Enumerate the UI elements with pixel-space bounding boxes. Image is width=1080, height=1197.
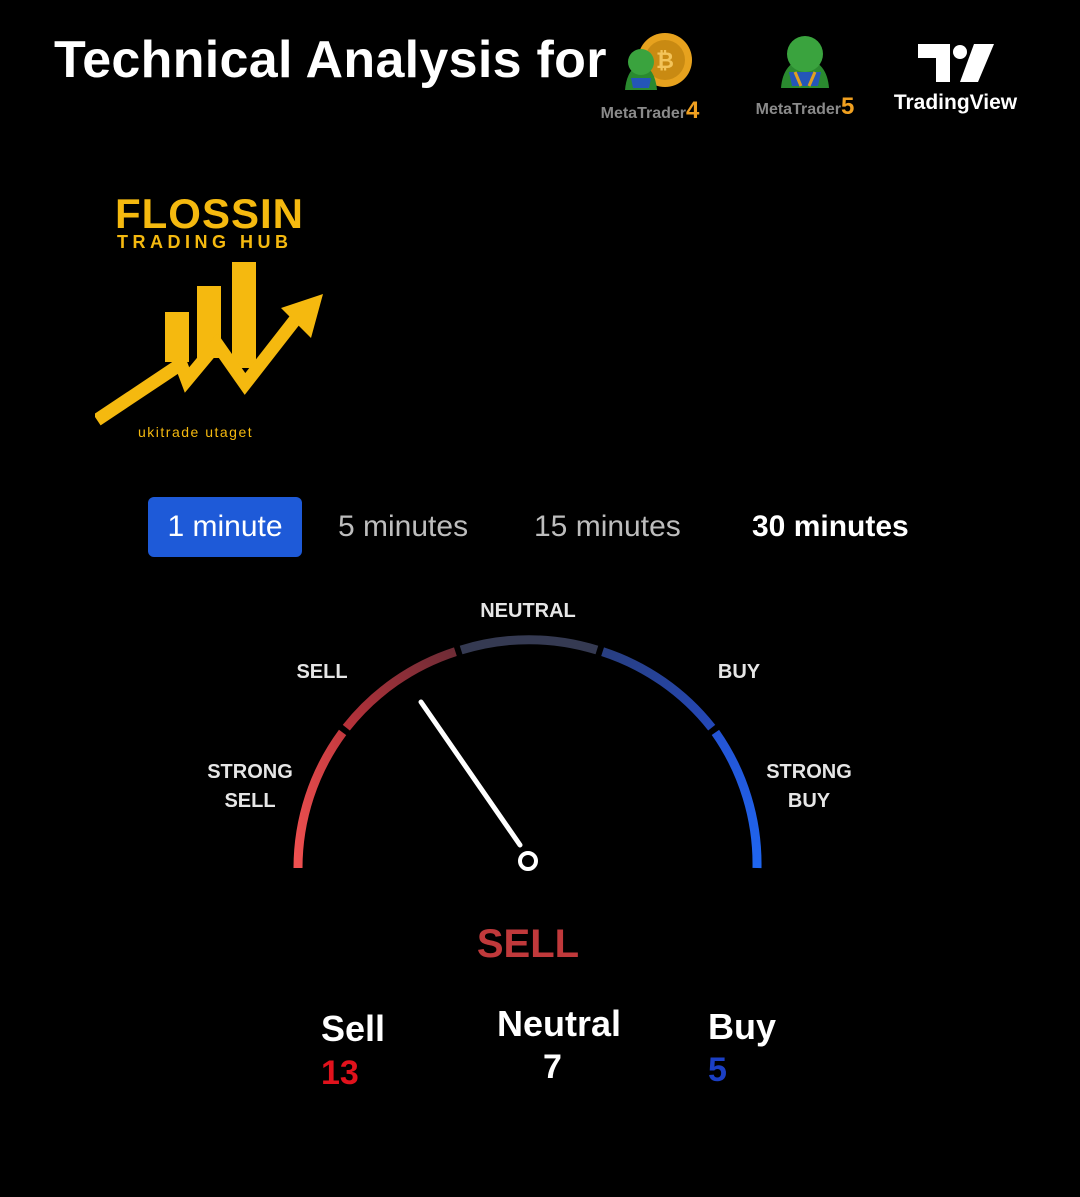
summary-buy-label: Buy bbox=[708, 1006, 777, 1047]
gauge-label-strong-sell: STRONG SELL bbox=[207, 761, 293, 812]
gauge-needle bbox=[418, 699, 523, 848]
summary-buy-count: 5 bbox=[708, 1051, 727, 1089]
gauge-label-strong-buy: STRONG BUY bbox=[766, 761, 852, 812]
summary-sell-label: Sell bbox=[321, 1008, 386, 1049]
gauge-label-neutral: NEUTRAL bbox=[480, 600, 576, 622]
gauge-label-buy: BUY bbox=[717, 661, 761, 683]
gauge-pivot bbox=[518, 851, 538, 871]
summary-neutral-label: Neutral bbox=[497, 1003, 622, 1044]
summary-neutral-count: 7 bbox=[543, 1048, 562, 1086]
gauge-segment-neutral bbox=[459, 635, 599, 655]
gauge-segment-buy bbox=[601, 647, 716, 731]
gauge-label-sell: SELL bbox=[296, 661, 348, 683]
gauge-verdict: SELL bbox=[476, 922, 580, 966]
gauge-segment-sell bbox=[342, 647, 457, 731]
gauge-segment-strong-buy bbox=[711, 729, 762, 869]
summary-sell-count: 13 bbox=[321, 1054, 359, 1092]
